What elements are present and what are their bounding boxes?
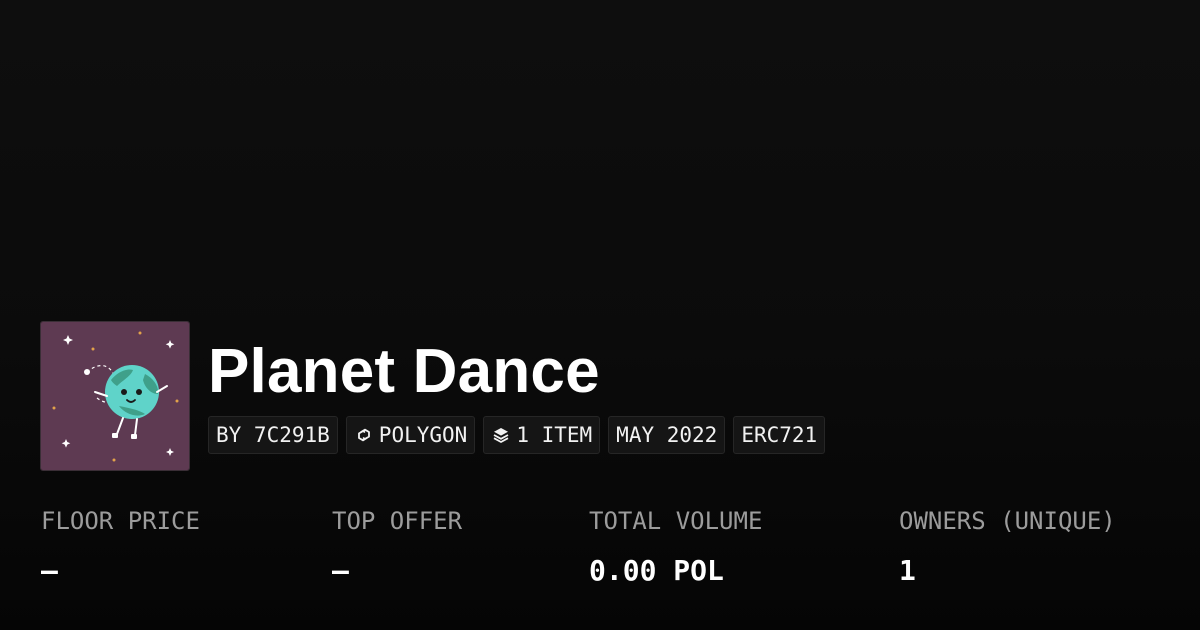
layers-icon bbox=[491, 425, 511, 445]
stat-value: 1 bbox=[899, 554, 916, 587]
title-block: Planet Dance BY 7C291B POLYGON 1 ITEM MA… bbox=[208, 321, 826, 454]
chain-label: POLYGON bbox=[378, 423, 468, 447]
stat-top-offer: TOP OFFER — bbox=[332, 504, 462, 588]
stat-label: TOTAL VOLUME bbox=[589, 507, 763, 535]
stat-label: TOP OFFER bbox=[332, 507, 463, 535]
stat-label: FLOOR PRICE bbox=[41, 507, 200, 535]
stat-total-volume: TOTAL VOLUME 0.00 POL bbox=[589, 504, 762, 588]
collection-chips: BY 7C291B POLYGON 1 ITEM MAY 2022 ERC721 bbox=[208, 416, 826, 454]
date-chip: MAY 2022 bbox=[608, 416, 726, 454]
created-date: MAY 2022 bbox=[616, 423, 718, 447]
creator-label: BY 7C291B bbox=[216, 423, 330, 447]
stat-floor-price: FLOOR PRICE — bbox=[41, 504, 200, 588]
collection-avatar[interactable] bbox=[40, 321, 190, 471]
creator-chip[interactable]: BY 7C291B bbox=[208, 416, 338, 454]
planet-dance-artwork bbox=[41, 322, 189, 470]
stat-value: 0.00 POL bbox=[589, 554, 724, 587]
items-chip[interactable]: 1 ITEM bbox=[483, 416, 601, 454]
chain-chip[interactable]: POLYGON bbox=[345, 416, 476, 454]
items-count: 1 ITEM bbox=[516, 423, 593, 447]
stat-label: OWNERS (UNIQUE) bbox=[899, 507, 1116, 535]
stat-value: — bbox=[41, 554, 58, 587]
stat-value: — bbox=[332, 554, 349, 587]
token-standard: ERC721 bbox=[741, 423, 818, 447]
collection-title: Planet Dance bbox=[208, 337, 600, 406]
standard-chip: ERC721 bbox=[733, 416, 826, 454]
polygon-chain-icon bbox=[354, 425, 374, 445]
stat-owners: OWNERS (UNIQUE) 1 bbox=[899, 504, 1116, 588]
collection-header: Planet Dance BY 7C291B POLYGON 1 ITEM MA… bbox=[40, 321, 826, 471]
